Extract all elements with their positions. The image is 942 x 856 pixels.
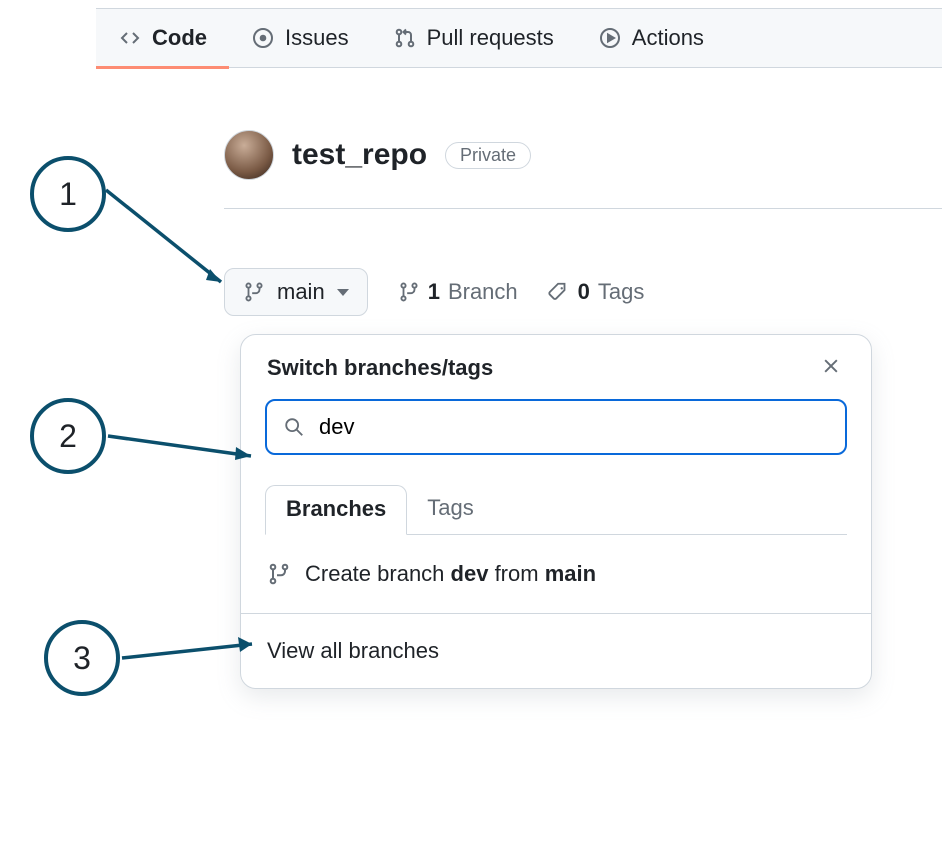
tab-code-label: Code xyxy=(152,25,207,51)
caret-down-icon xyxy=(337,289,349,296)
annotation-arrow-2 xyxy=(108,430,268,470)
close-icon xyxy=(821,356,841,376)
tags-label: Tags xyxy=(598,279,644,305)
visibility-badge: Private xyxy=(445,142,531,169)
table-row xyxy=(872,550,942,551)
table-row xyxy=(872,430,942,431)
tab-pulls-label: Pull requests xyxy=(427,25,554,51)
annotation-2: 2 xyxy=(30,398,106,474)
tab-issues[interactable]: Issues xyxy=(229,8,371,68)
tags-count: 0 xyxy=(578,279,590,305)
branches-count: 1 xyxy=(428,279,440,305)
repo-nav: Code Issues Pull requests Actions xyxy=(96,8,942,68)
git-branch-icon xyxy=(398,281,420,303)
code-icon xyxy=(118,26,142,50)
branch-switcher-popover: Switch branches/tags Branches Tags Creat… xyxy=(240,334,872,689)
tags-count-link[interactable]: 0 Tags xyxy=(548,279,645,305)
tab-code[interactable]: Code xyxy=(96,8,229,68)
create-branch-text: Create branch dev from main xyxy=(305,561,596,587)
readme-tabs: README MIT license xyxy=(224,790,577,816)
pull-request-icon xyxy=(393,26,417,50)
repo-header: test_repo Private xyxy=(224,130,942,209)
owner-avatar[interactable] xyxy=(224,130,274,180)
annotation-arrow-1 xyxy=(106,190,246,300)
git-branch-icon xyxy=(243,281,265,303)
popover-tab-tags[interactable]: Tags xyxy=(407,485,493,534)
tag-icon xyxy=(548,281,570,303)
popover-tabs: Branches Tags xyxy=(265,485,847,535)
view-all-branches-link[interactable]: View all branches xyxy=(241,614,871,688)
tab-actions-label: Actions xyxy=(632,25,704,51)
tab-issues-label: Issues xyxy=(285,25,349,51)
annotation-arrow-3 xyxy=(122,640,272,680)
branch-search-field[interactable] xyxy=(265,399,847,455)
search-icon xyxy=(283,416,305,438)
repo-name[interactable]: test_repo xyxy=(292,138,427,172)
branch-switcher-label: main xyxy=(277,279,325,305)
close-button[interactable] xyxy=(821,356,845,380)
annotation-3: 3 xyxy=(44,620,120,696)
table-row xyxy=(872,700,942,701)
divider xyxy=(224,840,942,841)
law-icon xyxy=(409,792,431,814)
tab-actions[interactable]: Actions xyxy=(576,8,726,68)
license-tab[interactable]: MIT license xyxy=(465,790,577,816)
readme-underline xyxy=(224,838,384,841)
branches-count-link[interactable]: 1 Branch xyxy=(398,279,518,305)
readme-tab[interactable]: README xyxy=(280,790,375,816)
tab-pull-requests[interactable]: Pull requests xyxy=(371,8,576,68)
book-icon xyxy=(224,792,246,814)
branches-label: Branch xyxy=(448,279,518,305)
branch-search-input[interactable] xyxy=(317,413,829,441)
git-branch-icon xyxy=(267,562,291,586)
issue-icon xyxy=(251,26,275,50)
actions-icon xyxy=(598,26,622,50)
annotation-1: 1 xyxy=(30,156,106,232)
popover-title: Switch branches/tags xyxy=(267,355,493,381)
popover-tab-branches[interactable]: Branches xyxy=(265,485,407,535)
branch-row: main 1 Branch 0 Tags xyxy=(224,268,644,316)
create-branch-item[interactable]: Create branch dev from main xyxy=(241,535,871,614)
